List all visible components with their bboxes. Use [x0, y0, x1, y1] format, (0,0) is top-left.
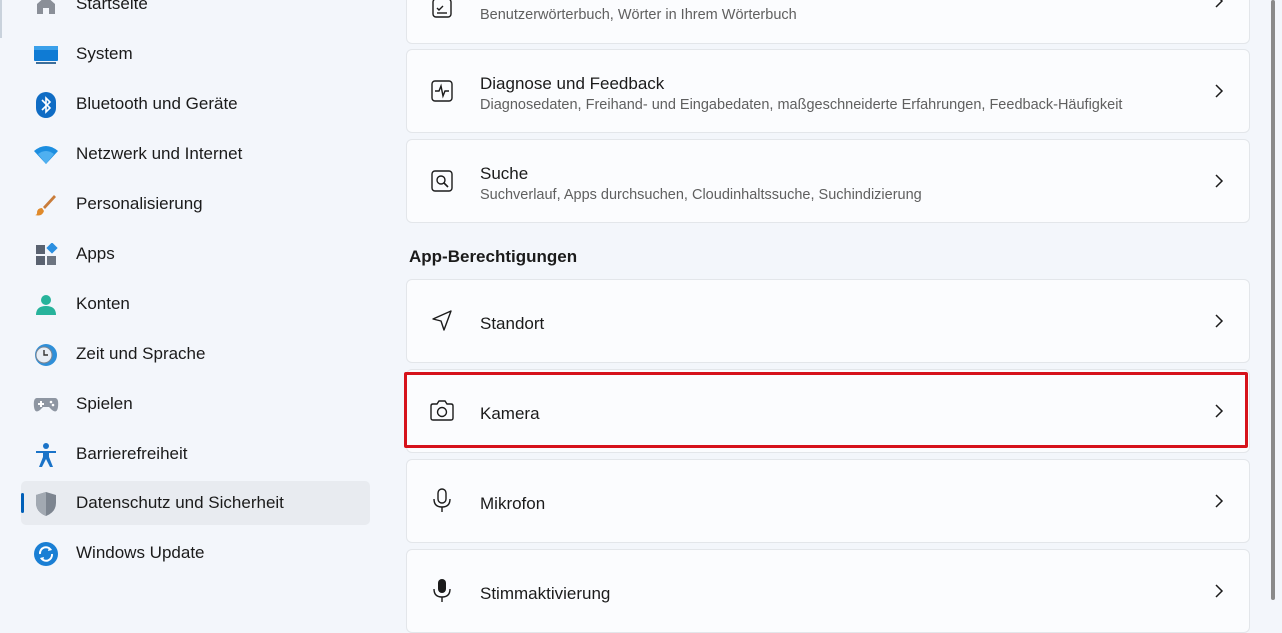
camera-icon [427, 396, 457, 426]
search-icon [427, 166, 457, 196]
section-heading: App-Berechtigungen [409, 247, 578, 266]
chevron-right-icon [1213, 84, 1225, 98]
card-suche[interactable]: Suche Suchverlauf, Apps durchsuchen, Clo… [406, 139, 1250, 223]
sidebar-item-netzwerk[interactable]: Netzwerk und Internet [21, 132, 370, 176]
bluetooth-icon [33, 92, 59, 118]
apps-icon [33, 242, 59, 268]
clock-globe-icon [33, 342, 59, 368]
card-dictionary[interactable]: Benutzerwörterbuch, Wörter in Ihrem Wört… [406, 0, 1250, 44]
person-icon [33, 292, 59, 318]
sidebar-item-spielen[interactable]: Spielen [21, 382, 370, 426]
main-content: Benutzerwörterbuch, Wörter in Ihrem Wört… [406, 0, 1250, 633]
wifi-icon [33, 142, 59, 168]
card-title: Diagnose und Feedback [480, 74, 665, 93]
sidebar-item-personalisierung[interactable]: Personalisierung [21, 182, 370, 226]
card-standort[interactable]: Standort [406, 279, 1250, 363]
sidebar-item-label: Personalisierung [76, 194, 203, 213]
sidebar-item-label: Zeit und Sprache [76, 344, 206, 363]
sidebar-item-label: Konten [76, 294, 130, 313]
sidebar-item-label: Windows Update [76, 543, 205, 562]
sidebar-item-bluetooth[interactable]: Bluetooth und Geräte [21, 82, 370, 126]
location-icon [427, 306, 457, 336]
dictionary-icon [427, 0, 457, 24]
accessibility-icon [33, 442, 59, 468]
card-subtitle: Suchverlauf, Apps durchsuchen, Cloudinha… [480, 187, 922, 203]
chevron-right-icon [1213, 584, 1225, 598]
shield-icon [33, 491, 59, 517]
chevron-right-icon [1213, 174, 1225, 188]
chevron-right-icon [1213, 314, 1225, 328]
sidebar-item-startseite[interactable]: Startseite [21, 0, 370, 26]
scrollbar[interactable] [1271, 0, 1275, 600]
card-title: Kamera [480, 404, 540, 423]
sidebar-item-label: Netzwerk und Internet [76, 144, 243, 163]
card-stimmaktivierung[interactable]: Stimmaktivierung [406, 549, 1250, 633]
sidebar-item-windows-update[interactable]: Windows Update [21, 531, 370, 575]
home-icon [33, 0, 59, 18]
brush-icon [33, 192, 59, 218]
monitor-icon [33, 42, 59, 68]
sidebar-item-label: Barrierefreiheit [76, 444, 188, 463]
card-subtitle: Benutzerwörterbuch, Wörter in Ihrem Wört… [480, 7, 797, 23]
sidebar-item-system[interactable]: System [21, 32, 370, 76]
card-subtitle: Diagnosedaten, Freihand- und Eingabedate… [480, 97, 1123, 113]
sidebar-item-label: Startseite [76, 0, 148, 13]
diagnostics-icon [427, 76, 457, 106]
sidebar: Startseite System Bluetooth und Geräte N… [0, 0, 384, 600]
sidebar-item-label: Bluetooth und Geräte [76, 94, 238, 113]
selection-indicator [21, 493, 24, 513]
card-title: Suche [480, 164, 529, 183]
card-kamera[interactable]: Kamera [406, 369, 1250, 453]
sidebar-item-label: Datenschutz und Sicherheit [76, 493, 284, 512]
sidebar-item-apps[interactable]: Apps [21, 232, 370, 276]
card-title: Mikrofon [480, 494, 546, 513]
sidebar-item-datenschutz[interactable]: Datenschutz und Sicherheit [21, 481, 370, 525]
sidebar-item-label: Apps [76, 244, 115, 263]
chevron-right-icon [1213, 404, 1225, 418]
sidebar-item-label: System [76, 44, 133, 63]
card-title: Stimmaktivierung [480, 584, 611, 603]
sidebar-item-zeit[interactable]: Zeit und Sprache [21, 332, 370, 376]
chevron-right-icon [1213, 0, 1225, 8]
gamepad-icon [33, 392, 59, 418]
chevron-right-icon [1213, 494, 1225, 508]
sidebar-item-konten[interactable]: Konten [21, 282, 370, 326]
card-title: Standort [480, 314, 545, 333]
card-diagnose-feedback[interactable]: Diagnose und Feedback Diagnosedaten, Fre… [406, 49, 1250, 133]
update-icon [33, 541, 59, 567]
microphone-icon [427, 486, 457, 516]
voice-activation-icon [427, 576, 457, 606]
sidebar-item-barrierefreiheit[interactable]: Barrierefreiheit [21, 432, 370, 476]
card-mikrofon[interactable]: Mikrofon [406, 459, 1250, 543]
sidebar-item-label: Spielen [76, 394, 133, 413]
